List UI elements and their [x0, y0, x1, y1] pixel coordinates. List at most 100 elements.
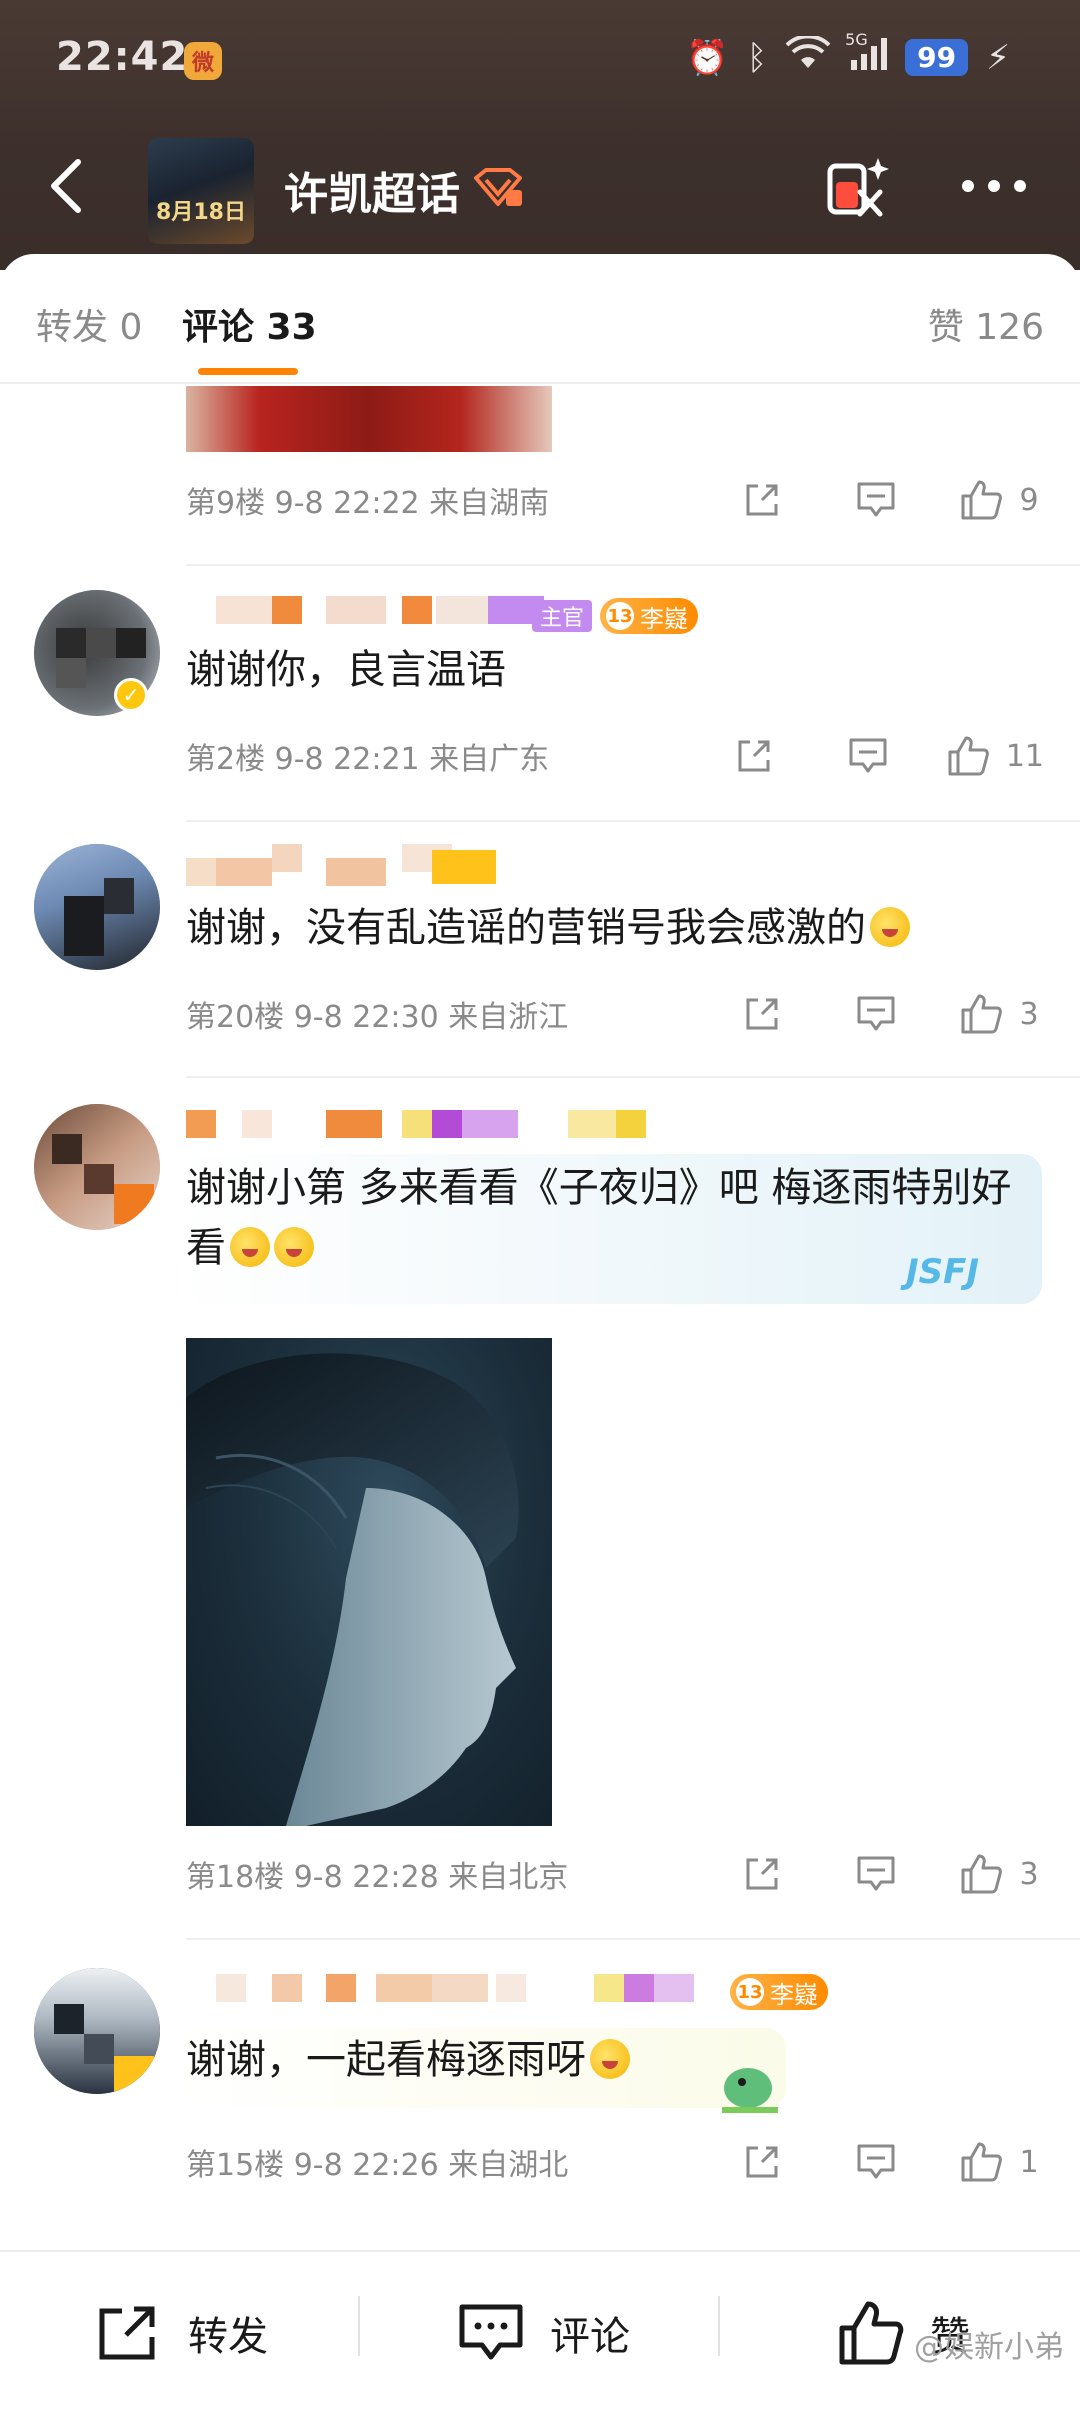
bottom-comment-button[interactable]: 评论	[458, 2252, 630, 2412]
share-button[interactable]	[732, 480, 792, 520]
comment-divider	[186, 564, 1080, 566]
verified-badge-icon: ✓	[114, 678, 148, 712]
comment-text: 谢谢小第 多来看看《子夜归》吧 梅逐雨特别好看	[186, 1158, 1044, 1278]
fan-level-number: 13	[736, 1978, 764, 2006]
avatar[interactable]	[34, 844, 160, 970]
bluetooth-icon: ᛒ	[746, 37, 768, 78]
comment-divider	[186, 1938, 1080, 1940]
tab-repost[interactable]: 转发 0	[36, 298, 142, 350]
thumbs-up-icon	[961, 994, 1003, 1034]
photo-content	[186, 1353, 519, 1826]
share-button[interactable]	[724, 736, 784, 776]
like-button[interactable]: 3	[954, 1852, 1044, 1896]
thumbs-up-icon	[948, 736, 989, 776]
reply-button[interactable]	[846, 994, 906, 1034]
crying-emoji-icon	[870, 907, 910, 947]
comment-meta-row: 第20楼 9-8 22:30 来自浙江 3	[186, 984, 1044, 1044]
like-button[interactable]: 3	[954, 992, 1044, 1036]
comment-actions: 1	[732, 2132, 1044, 2192]
comment-meta-row: 第18楼 9-8 22:28 来自北京 3	[186, 1844, 1044, 1904]
share-icon	[738, 740, 770, 772]
share-icon	[746, 1858, 778, 1890]
cellular-icon: 5G	[845, 30, 888, 79]
like-button[interactable]: 1	[954, 2140, 1044, 2184]
comment-floor-meta: 第9楼 9-8 22:22 来自湖南	[186, 486, 550, 521]
tab-likes[interactable]: 赞 126	[928, 298, 1044, 350]
comment-actions: 3	[732, 1844, 1044, 1904]
reply-button[interactable]	[846, 2142, 906, 2182]
fan-level-number: 13	[606, 602, 634, 630]
share-button[interactable]	[732, 2142, 792, 2182]
comment-floor-meta: 第15楼 9-8 22:26 来自湖北	[186, 2148, 569, 2183]
like-count: 3	[1019, 1856, 1039, 1892]
like-count: 1	[1019, 2144, 1039, 2180]
comment-divider	[186, 820, 1080, 822]
topic-title[interactable]: 许凯超话	[284, 158, 460, 222]
fan-level-badge[interactable]: 13 李嶷	[730, 1974, 828, 2010]
username-blurred	[186, 1974, 746, 2014]
alarm-icon: ⏰	[686, 37, 729, 78]
share-icon	[746, 2146, 778, 2178]
avatar[interactable]	[34, 1104, 160, 1230]
status-icons: ⏰ ᛒ 5G 99 ⚡	[686, 30, 1010, 79]
poster-date-text: 8月18日	[156, 200, 246, 225]
top-nav: 8月18日 许凯超话	[0, 130, 1080, 250]
comment-image-partial[interactable]	[186, 386, 552, 452]
bottom-separator	[358, 2296, 360, 2356]
comment-divider	[186, 1076, 1080, 1078]
comment-photo[interactable]	[186, 1338, 552, 1826]
like-button[interactable]: 9	[954, 478, 1044, 522]
like-count: 9	[1019, 482, 1039, 518]
username-blurred	[186, 844, 546, 886]
bottom-repost-label: 转发	[188, 2314, 268, 2360]
watermark: @娱新小弟	[914, 2330, 1064, 2365]
thumbs-up-icon	[961, 480, 1003, 520]
comment-actions: 3	[732, 984, 1044, 1044]
comment-text: 谢谢，一起看梅逐雨呀	[186, 2030, 1044, 2090]
tab-comments[interactable]: 评论 33	[182, 298, 317, 350]
comment-icon	[857, 482, 895, 517]
thumbs-up-icon	[839, 2301, 904, 2365]
share-button[interactable]	[732, 994, 792, 1034]
like-count: 3	[1019, 996, 1039, 1032]
comment-icon	[849, 738, 887, 773]
reply-button[interactable]	[838, 736, 898, 776]
chevron-left-icon	[51, 159, 81, 213]
comment-meta-row: 第2楼 9-8 22:21 来自广东 11	[186, 726, 1044, 786]
fan-level-badge[interactable]: 13 李嶷	[600, 598, 698, 634]
comment-feed[interactable]: 第9楼 9-8 22:22 来自湖南 9 ✓ 主官 13 李嶷 谢谢你，良言温语…	[0, 386, 1080, 2256]
fan-badge-name: 李嶷	[640, 604, 688, 633]
reply-button[interactable]	[846, 480, 906, 520]
like-button[interactable]: 11	[946, 734, 1044, 778]
red-packet-icon[interactable]	[824, 152, 896, 224]
reply-button[interactable]	[846, 1854, 906, 1894]
comment-floor-meta: 第2楼 9-8 22:21 来自广东	[186, 742, 550, 777]
thumbs-up-icon	[961, 2142, 1003, 2182]
bottom-comment-label: 评论	[550, 2314, 630, 2360]
like-count: 11	[1005, 738, 1044, 774]
comment-icon	[459, 2304, 523, 2360]
avatar[interactable]	[34, 1968, 160, 2094]
blush-emoji-icon	[274, 1227, 314, 1267]
charging-icon: ⚡	[986, 37, 1010, 78]
comment-actions: 11	[724, 726, 1044, 786]
tab-bar: 转发 0 评论 33 赞 126	[0, 254, 1080, 384]
comment-icon	[857, 996, 895, 1031]
topic-poster-thumbnail[interactable]: 8月18日	[148, 138, 254, 244]
share-icon	[746, 998, 778, 1030]
username-blurred	[186, 1110, 746, 1150]
bottom-separator	[718, 2296, 720, 2356]
comment-text: 谢谢，没有乱造谣的营销号我会感激的	[186, 898, 1044, 958]
share-button[interactable]	[732, 1854, 792, 1894]
share-icon	[746, 484, 778, 516]
wifi-icon	[785, 34, 831, 79]
back-button[interactable]	[34, 154, 98, 218]
bottom-repost-button[interactable]: 转发	[96, 2252, 268, 2412]
comment-meta-row: 第15楼 9-8 22:26 来自湖北 1	[186, 2132, 1044, 2192]
comment-text-content: 谢谢，一起看梅逐雨呀	[186, 2037, 586, 2083]
fan-badge-name: 李嶷	[770, 1980, 818, 2009]
status-time: 22:42	[56, 34, 189, 80]
battery-indicator: 99	[905, 39, 969, 76]
comment-actions: 9	[732, 470, 1044, 530]
more-options-icon[interactable]	[962, 180, 1026, 192]
